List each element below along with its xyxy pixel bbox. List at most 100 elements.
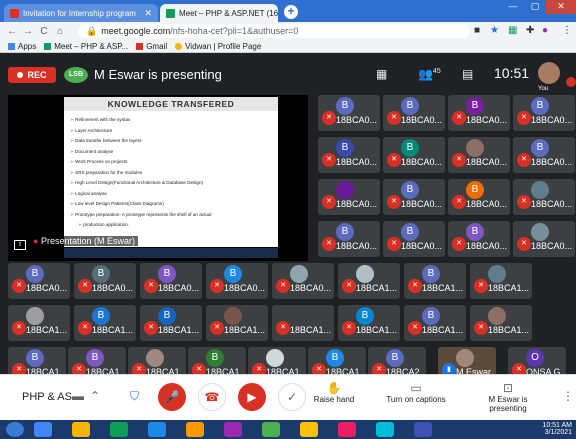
participant-tile[interactable]: ✕ B 18BCA0... bbox=[383, 95, 445, 131]
bookmarks-bar: Apps Meet – PHP & ASP... Gmail Vidwan | … bbox=[0, 40, 576, 53]
taskbar-time: 10:51 AM bbox=[542, 422, 572, 429]
participants-icon[interactable]: 👥45 bbox=[418, 67, 441, 81]
taskbar-app-icon[interactable] bbox=[414, 422, 432, 437]
minimize-icon[interactable]: — bbox=[502, 0, 524, 14]
puzzle-icon[interactable]: ✚ bbox=[526, 25, 534, 36]
meet-icon bbox=[44, 42, 52, 50]
participant-name: 18BCA0... bbox=[466, 157, 508, 167]
participant-tile[interactable]: ✕ B 18BCA0... bbox=[74, 263, 136, 299]
participant-tile[interactable]: ✕ 18BCA1... bbox=[272, 305, 334, 341]
tab-meet[interactable]: Meet – PHP & ASP.NET (16C ● ✕ bbox=[160, 4, 278, 22]
window-close-icon[interactable]: ✕ bbox=[546, 0, 576, 14]
more-options-icon[interactable]: ⋮ bbox=[562, 389, 574, 403]
mic-off-icon: ✕ bbox=[12, 279, 26, 293]
leave-call-button[interactable]: ☎ bbox=[198, 383, 226, 411]
participant-tile[interactable]: ✕ B 18BCA1... bbox=[140, 305, 202, 341]
participant-tile[interactable]: ✕ 18BCA0... bbox=[513, 179, 575, 215]
bookmark-meet[interactable]: Meet – PHP & ASP... bbox=[44, 42, 128, 51]
participant-name: 18BCA0... bbox=[401, 241, 443, 251]
participant-tile[interactable]: ✕ B 18BCA0... bbox=[383, 137, 445, 173]
chevron-up-icon[interactable]: ⌃ bbox=[90, 389, 100, 403]
presenting-button[interactable]: ⊡ M Eswar is presenting bbox=[478, 381, 538, 413]
star-icon[interactable]: ★ bbox=[490, 25, 499, 36]
present-icon: ⊡ bbox=[502, 381, 514, 395]
participant-name: 18BCA1... bbox=[290, 325, 332, 335]
browser-toolbar: ← → C ⌂ 🔒 meet.google.com/nfs-hoha-cet?pl… bbox=[0, 22, 576, 40]
participant-tile[interactable]: ✕ B 18BCA0... bbox=[448, 221, 510, 257]
mic-off-icon: ✕ bbox=[387, 111, 401, 125]
cast-icon[interactable]: ■ bbox=[474, 25, 480, 36]
mic-toggle-button[interactable]: 🎤 bbox=[158, 383, 186, 411]
bookmark-vidwan[interactable]: Vidwan | Profile Page bbox=[175, 42, 261, 51]
participant-tile[interactable]: ✕ B 18BCA1... bbox=[404, 263, 466, 299]
forward-icon[interactable]: → bbox=[20, 26, 36, 37]
mic-off-icon: ✕ bbox=[144, 279, 158, 293]
home-icon[interactable]: ⌂ bbox=[52, 26, 68, 37]
taskbar-app-icon[interactable] bbox=[148, 422, 166, 437]
participant-tile[interactable]: ✕ B 18BCA0... bbox=[448, 95, 510, 131]
layout-grid-icon[interactable]: ▦ bbox=[376, 67, 387, 81]
participant-tile[interactable]: ✕ B 18BCA1... bbox=[338, 305, 400, 341]
participant-tile[interactable]: ✕ 18BCA0... bbox=[448, 137, 510, 173]
participant-tile[interactable]: ✕ B 18BCA1... bbox=[404, 305, 466, 341]
taskbar-app-icon[interactable] bbox=[110, 422, 128, 437]
chat-icon[interactable]: ▤ bbox=[462, 67, 473, 81]
participant-avatar bbox=[466, 139, 484, 157]
taskbar-app-icon[interactable] bbox=[262, 422, 280, 437]
menu-icon[interactable]: ⋮ bbox=[562, 25, 572, 36]
new-tab-button[interactable]: + bbox=[284, 5, 298, 19]
lock-icon: 🔒 bbox=[86, 26, 98, 36]
bookmark-apps[interactable]: Apps bbox=[8, 42, 36, 51]
bookmark-gmail[interactable]: Gmail bbox=[136, 42, 167, 51]
confirm-button[interactable]: ✓ bbox=[278, 383, 306, 411]
shield-icon[interactable]: ⛉ bbox=[130, 389, 139, 404]
taskbar-app-icon[interactable] bbox=[376, 422, 394, 437]
taskbar-app-icon[interactable] bbox=[72, 422, 90, 437]
participant-avatar: B bbox=[336, 139, 354, 157]
participant-tile[interactable]: ✕ B 18BCA0... bbox=[318, 95, 380, 131]
presentation-tile[interactable]: KNOWLEDGE TRANSFERED Refinement with the… bbox=[8, 95, 308, 261]
windows-taskbar: 10:51 AM 3/1/2021 bbox=[0, 420, 576, 439]
taskbar-app-icon[interactable] bbox=[34, 422, 52, 437]
participant-tile[interactable]: ✕ B 18BCA0... bbox=[513, 95, 575, 131]
close-tab-icon[interactable]: ✕ bbox=[144, 8, 152, 19]
tab-invitation[interactable]: Invitation for Internship program ✕ bbox=[4, 4, 158, 22]
participant-tile[interactable]: ✕ B 18BCA0... bbox=[513, 137, 575, 173]
meeting-details-icon[interactable]: ▬ bbox=[72, 389, 84, 403]
taskbar-app-icon[interactable] bbox=[186, 422, 204, 437]
participant-tile[interactable]: ✕ 18BCA1... bbox=[8, 305, 70, 341]
mic-off-icon: ✕ bbox=[517, 153, 531, 167]
participant-tile[interactable]: ✕ 18BCA1... bbox=[338, 263, 400, 299]
taskbar-app-icon[interactable] bbox=[338, 422, 356, 437]
profile-avatar-icon[interactable]: ● bbox=[542, 25, 548, 36]
reload-icon[interactable]: C bbox=[36, 26, 52, 37]
back-icon[interactable]: ← bbox=[4, 26, 20, 37]
participant-tile[interactable]: ✕ 18BCA1... bbox=[206, 305, 268, 341]
participant-tile[interactable]: ✕ B 18BCA0... bbox=[383, 179, 445, 215]
participant-tile[interactable]: ✕ B 18BCA0... bbox=[448, 179, 510, 215]
participant-tile[interactable]: ✕ B 18BCA0... bbox=[318, 221, 380, 257]
taskbar-app-icon[interactable] bbox=[300, 422, 318, 437]
participant-tile[interactable]: ✕ B 18BCA0... bbox=[206, 263, 268, 299]
participant-name: 18BCA1... bbox=[356, 325, 398, 335]
participant-tile[interactable]: ✕ B 18BCA0... bbox=[318, 137, 380, 173]
extension-icon[interactable]: ▦ bbox=[508, 25, 517, 36]
camera-toggle-button[interactable]: ▶ bbox=[238, 383, 266, 411]
participant-tile[interactable]: ✕ B 18BCA0... bbox=[140, 263, 202, 299]
start-button-icon[interactable] bbox=[6, 422, 24, 437]
raise-hand-button[interactable]: ✋ Raise hand bbox=[312, 381, 356, 404]
participant-tile[interactable]: ✕ 18BCA1... bbox=[470, 305, 532, 341]
taskbar-app-icon[interactable] bbox=[224, 422, 242, 437]
address-bar[interactable]: 🔒 meet.google.com/nfs-hoha-cet?pli=1&auth… bbox=[78, 24, 470, 38]
participant-tile[interactable]: ✕ B 18BCA1... bbox=[74, 305, 136, 341]
participant-name: 18BCA0... bbox=[336, 157, 378, 167]
mic-off-icon: ✕ bbox=[322, 237, 336, 251]
participant-tile[interactable]: ✕ 18BCA0... bbox=[513, 221, 575, 257]
participant-tile[interactable]: ✕ 18BCA0... bbox=[272, 263, 334, 299]
participant-tile[interactable]: ✕ B 18BCA0... bbox=[383, 221, 445, 257]
maximize-icon[interactable]: ▢ bbox=[524, 0, 546, 14]
participant-tile[interactable]: ✕ 18BCA1... bbox=[470, 263, 532, 299]
participant-tile[interactable]: ✕ B 18BCA0... bbox=[8, 263, 70, 299]
captions-button[interactable]: ▭ Turn on captions bbox=[386, 381, 446, 404]
participant-tile[interactable]: ✕ 18BCA0... bbox=[318, 179, 380, 215]
